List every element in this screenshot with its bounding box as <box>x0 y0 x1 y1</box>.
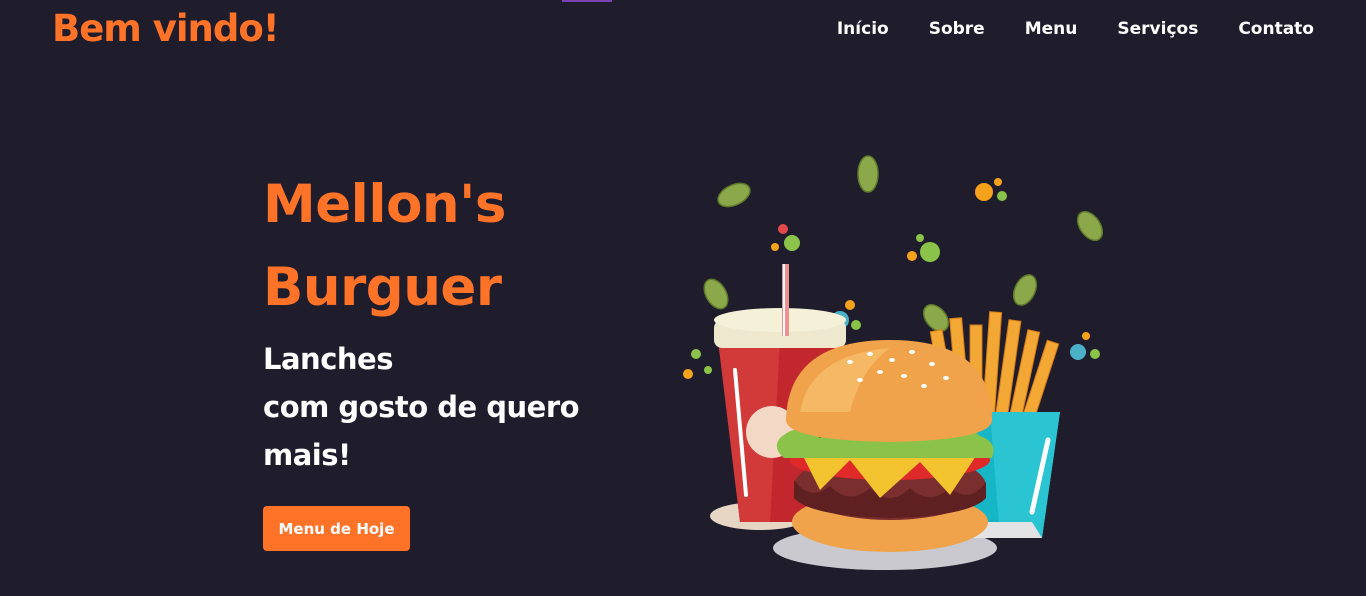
burger <box>776 340 994 552</box>
nav-item-sobre[interactable]: Sobre <box>929 16 985 42</box>
hero-subtitle: Lanches com gosto de quero mais! <box>263 335 580 479</box>
hero-subtitle-line: mais! <box>263 438 351 472</box>
hero-subtitle-line: com gosto de quero <box>263 390 580 424</box>
brand-title[interactable]: Bem vindo! <box>52 6 280 52</box>
nav-item-servicos[interactable]: Serviços <box>1117 16 1198 42</box>
hero-title: Mellon's Burguer <box>263 163 579 329</box>
nav-item-inicio[interactable]: Início <box>837 16 889 42</box>
hero-title-line: Burguer <box>263 257 502 318</box>
nav-item-menu[interactable]: Menu <box>1025 16 1078 42</box>
menu-de-hoje-button[interactable]: Menu de Hoje <box>263 506 410 551</box>
hero-title-line: Mellon's <box>263 174 506 235</box>
hero-subtitle-line: Lanches <box>263 342 393 376</box>
hero-section: Mellon's Burguer Lanches com gosto de qu… <box>263 163 580 479</box>
main-nav: Início Sobre Menu Serviços Contato <box>837 16 1314 42</box>
burger-combo-illustration <box>683 155 1104 570</box>
nav-item-contato[interactable]: Contato <box>1238 16 1314 42</box>
top-accent-bar <box>562 0 612 2</box>
page: Bem vindo! Início Sobre Menu Serviços Co… <box>0 0 1366 596</box>
